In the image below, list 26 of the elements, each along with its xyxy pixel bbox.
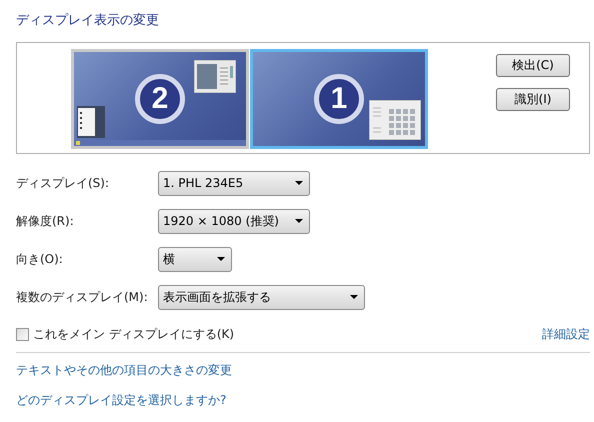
checkbox-label: これをメイン ディスプレイにする(K) xyxy=(33,326,234,342)
caret-icon xyxy=(217,257,225,261)
identify-button[interactable]: 識別(I) xyxy=(496,88,570,111)
section-title: ディスプレイ表示の変更 xyxy=(16,12,160,30)
caret-icon xyxy=(350,295,358,299)
dropdown[interactable]: 1. PHL 234E5 xyxy=(158,170,310,196)
dropdown[interactable]: 横 xyxy=(158,246,232,272)
field-label: ディスプレイ(S): xyxy=(16,174,110,192)
checkbox[interactable] xyxy=(16,328,29,340)
field-label: 複数のディスプレイ(M): xyxy=(16,288,149,306)
help-link[interactable]: テキストやその他の項目の大きさの変更 xyxy=(16,362,232,379)
field-label: 解像度(R): xyxy=(16,212,75,230)
detect-button[interactable]: 検出(C) xyxy=(496,54,570,77)
caret-icon xyxy=(295,219,303,223)
window-icon xyxy=(194,60,236,93)
dropdown[interactable]: 表示画面を拡張する xyxy=(158,284,365,310)
monitor-number: 1 xyxy=(314,74,364,124)
dropdown[interactable]: 1920 × 1080 (推奨) xyxy=(158,208,310,234)
field-label: 向き(O): xyxy=(16,250,64,268)
monitor-number: 2 xyxy=(135,74,185,124)
advanced-settings-link[interactable]: 詳細設定 xyxy=(542,326,590,342)
help-link[interactable]: どのディスプレイ設定を選択しますか? xyxy=(16,392,226,409)
monitor-preview[interactable]: 1 xyxy=(250,49,428,149)
caret-icon xyxy=(295,181,303,185)
calendar-window-icon xyxy=(369,100,421,140)
monitor-preview[interactable]: 2 xyxy=(71,49,249,149)
